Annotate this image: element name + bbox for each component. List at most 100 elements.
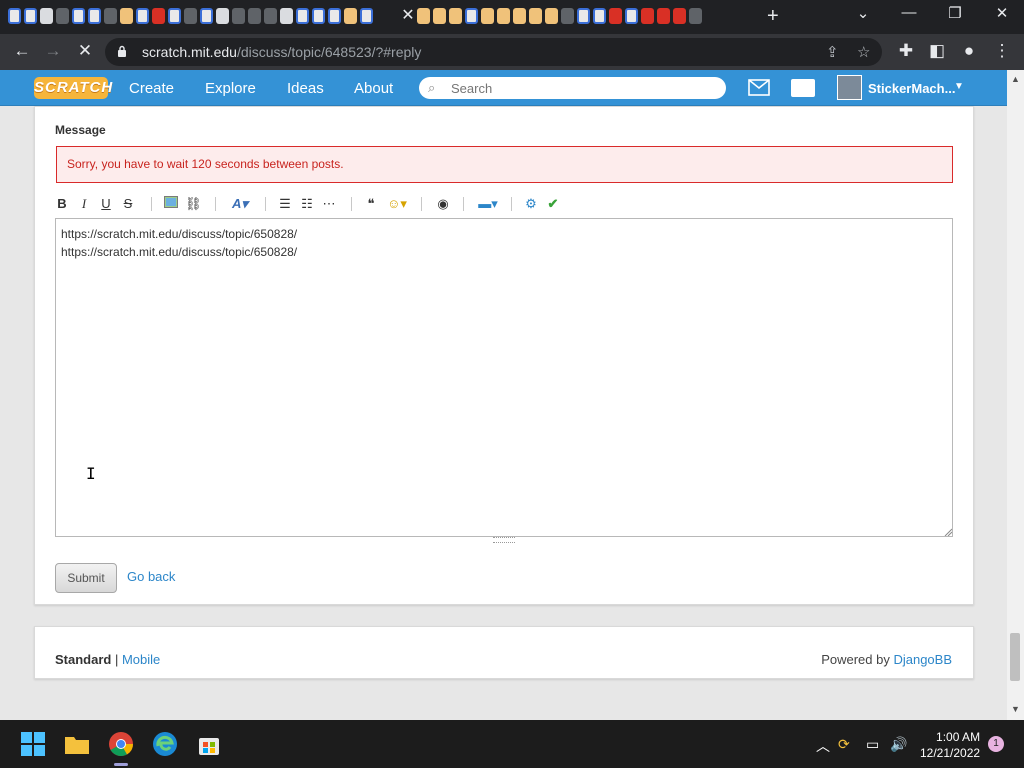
scratchblocks-icon[interactable]: ▬▾	[475, 195, 501, 213]
tab-icon[interactable]	[689, 8, 702, 24]
tab-icon[interactable]	[657, 8, 670, 24]
url-text[interactable]: scratch.mit.edu/discuss/topic/648523/?#r…	[142, 44, 421, 60]
tab-icon[interactable]	[513, 8, 526, 24]
scroll-down-arrow-icon[interactable]: ▼	[1011, 704, 1020, 714]
profile-icon[interactable]: ●	[958, 41, 980, 61]
sync-icon[interactable]: ⟳	[838, 736, 850, 753]
tab-icon[interactable]	[433, 8, 446, 24]
tab-icon[interactable]	[328, 8, 341, 24]
tab-icon[interactable]	[40, 8, 53, 24]
maximize-button[interactable]: ❐	[940, 4, 970, 22]
remove-format-icon[interactable]: ⚙	[523, 195, 539, 213]
tab-icon[interactable]	[673, 8, 686, 24]
tab-icon[interactable]	[152, 8, 165, 24]
font-color-icon[interactable]: A▾	[229, 195, 251, 213]
tab-icon[interactable]	[545, 8, 558, 24]
edge-icon[interactable]	[152, 731, 178, 757]
tab-icon[interactable]	[609, 8, 622, 24]
tab-icon[interactable]	[120, 8, 133, 24]
tab-icon[interactable]	[641, 8, 654, 24]
nav-explore-link[interactable]: Explore	[205, 80, 256, 97]
close-tab-icon[interactable]: ✕	[399, 7, 417, 25]
tab-icon[interactable]	[529, 8, 542, 24]
tab-icon[interactable]	[56, 8, 69, 24]
underline-icon[interactable]: U	[99, 195, 113, 213]
tab-search-chevron-icon[interactable]: ⌄	[848, 4, 878, 22]
image-icon[interactable]	[163, 195, 179, 213]
tab-icon[interactable]	[497, 8, 510, 24]
tab-icon[interactable]	[216, 8, 229, 24]
system-clock[interactable]: 1:00 AM 12/21/2022	[920, 729, 980, 761]
tab-icon[interactable]	[184, 8, 197, 24]
share-icon[interactable]: ⇪	[826, 43, 839, 61]
bookmark-star-icon[interactable]: ☆	[857, 43, 870, 61]
close-window-button[interactable]: ✕	[987, 4, 1017, 22]
tab-icon[interactable]	[168, 8, 181, 24]
tab-icon[interactable]	[561, 8, 574, 24]
search-input[interactable]	[451, 79, 716, 97]
tab-icon[interactable]	[465, 8, 478, 24]
bulleted-list-icon[interactable]: ☰	[277, 195, 293, 213]
tab-icon[interactable]	[232, 8, 245, 24]
tab-icon[interactable]	[280, 8, 293, 24]
scroll-up-arrow-icon[interactable]: ▲	[1011, 74, 1020, 84]
notification-badge[interactable]: 1	[988, 736, 1004, 752]
message-textarea[interactable]: https://scratch.mit.edu/discuss/topic/65…	[55, 218, 953, 537]
extensions-puzzle-icon[interactable]: ✚	[895, 41, 917, 61]
globe-icon[interactable]: ◉	[435, 195, 451, 213]
messages-envelope-icon[interactable]	[748, 79, 770, 96]
go-back-link[interactable]: Go back	[127, 569, 175, 584]
submit-button[interactable]: Submit	[55, 563, 117, 593]
mobile-view-link[interactable]: Mobile	[122, 652, 160, 667]
tab-icon[interactable]	[344, 8, 357, 24]
italic-icon[interactable]: I	[77, 195, 91, 213]
nav-about-link[interactable]: About	[354, 80, 393, 97]
new-tab-button[interactable]: +	[767, 5, 779, 27]
nav-create-link[interactable]: Create	[129, 80, 174, 97]
scrollbar-thumb[interactable]	[1010, 633, 1020, 681]
checkmark-icon[interactable]: ✔	[545, 195, 561, 213]
tab-icon[interactable]	[296, 8, 309, 24]
tab-icon[interactable]	[248, 8, 261, 24]
volume-icon[interactable]: 🔊	[890, 736, 907, 753]
list-item-icon[interactable]: ⋯	[321, 195, 337, 213]
show-hidden-icons-chevron[interactable]: ︿	[816, 736, 830, 756]
tab-icon[interactable]	[104, 8, 117, 24]
textarea-grip[interactable]	[493, 537, 515, 543]
account-dropdown-caret-icon[interactable]: ▼	[954, 81, 964, 92]
tab-icon[interactable]	[136, 8, 149, 24]
chrome-icon[interactable]	[108, 731, 134, 757]
strikethrough-icon[interactable]: S	[121, 195, 135, 213]
page-scrollbar[interactable]: ▲ ▼	[1007, 70, 1024, 720]
stop-loading-icon[interactable]: ✕	[74, 41, 96, 61]
windows-start-icon[interactable]	[20, 731, 46, 757]
address-bar[interactable]: scratch.mit.edu/discuss/topic/648523/?#r…	[105, 38, 882, 66]
tab-icon[interactable]	[417, 8, 430, 24]
tab-icon[interactable]	[481, 8, 494, 24]
tab-icon[interactable]	[24, 8, 37, 24]
tab-icon[interactable]	[360, 8, 373, 24]
quote-icon[interactable]: ❝	[363, 195, 379, 213]
my-stuff-folder-icon[interactable]	[791, 79, 815, 97]
nav-ideas-link[interactable]: Ideas	[287, 80, 324, 97]
tab-icon[interactable]	[8, 8, 21, 24]
microsoft-store-icon[interactable]	[196, 731, 222, 757]
minimize-button[interactable]: —	[894, 4, 924, 21]
back-arrow-icon[interactable]: ←	[11, 41, 33, 61]
tab-icon[interactable]	[593, 8, 606, 24]
scratch-logo[interactable]: SCRATCH	[34, 77, 112, 99]
tab-icon[interactable]	[449, 8, 462, 24]
tab-icon[interactable]	[72, 8, 85, 24]
resize-handle-icon[interactable]	[944, 528, 952, 536]
tab-icon[interactable]	[312, 8, 325, 24]
tab-icon[interactable]	[625, 8, 638, 24]
tab-icon[interactable]	[200, 8, 213, 24]
tab-icon[interactable]	[264, 8, 277, 24]
side-panel-icon[interactable]: ◧	[926, 41, 948, 61]
file-explorer-icon[interactable]	[64, 731, 90, 757]
link-icon[interactable]: ⛓	[185, 195, 202, 213]
tab-icon[interactable]	[88, 8, 101, 24]
forward-arrow-icon[interactable]: →	[42, 41, 64, 61]
bold-icon[interactable]: B	[55, 195, 69, 213]
network-icon[interactable]: ▭	[866, 736, 879, 753]
